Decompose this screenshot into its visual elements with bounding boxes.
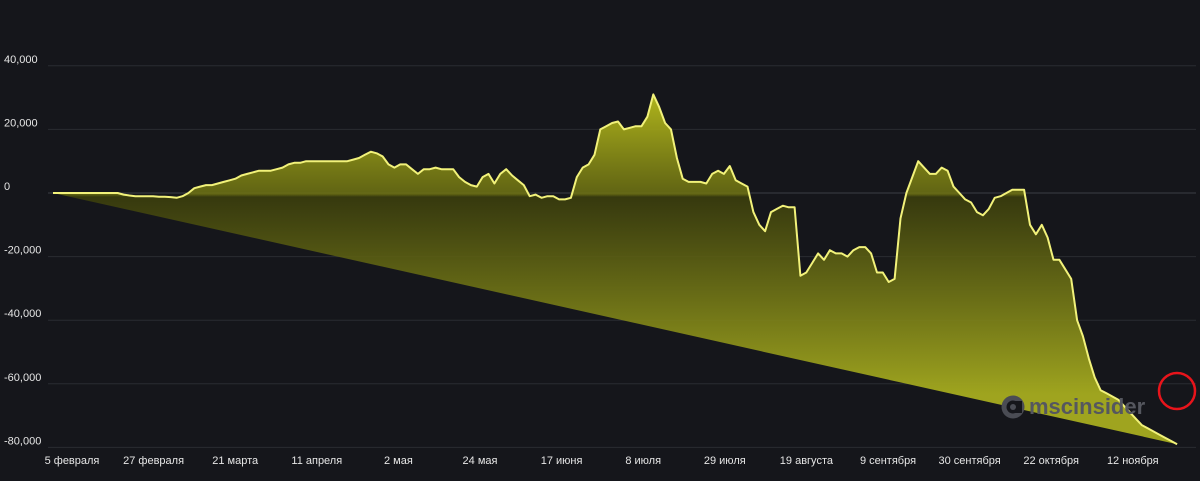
chart-svg: 40,000 20,000 0 -20,000 -40,000 -60,000 -80,00… [0,0,1200,476]
y-tick-label: -80,000 [4,435,41,447]
watermark-text: mscinsider [1029,394,1146,419]
y-tick-label: 0 [4,181,10,193]
x-tick-label: 12 ноября [1107,455,1159,467]
x-tick-label: 2 мая [384,455,413,467]
x-tick-label: 9 сентября [860,455,916,467]
x-tick-label: 24 мая [463,455,498,467]
x-tick-label: 21 марта [212,455,259,467]
x-tick-label: 30 сентября [938,455,1000,467]
y-tick-label: -60,000 [4,372,41,384]
x-tick-label: 19 августа [780,455,834,467]
x-tick-label: 27 февраля [123,455,184,467]
x-tick-label: 8 июля [625,455,661,467]
msc-logo-icon [1001,395,1025,419]
x-tick-label: 5 февраля [45,455,100,467]
y-tick-label: 40,000 [4,54,38,66]
y-tick-label: -40,000 [4,308,41,320]
x-tick-label: 11 апреля [291,455,342,467]
x-tick-label: 29 июля [704,455,746,467]
x-tick-label: 17 июня [541,455,583,467]
chart: 40,000 20,000 0 -20,000 -40,000 -60,000 -80,00… [0,0,1200,476]
x-tick-label: 22 октября [1023,455,1079,467]
y-tick-label: 20,000 [4,117,38,129]
y-tick-label: -20,000 [4,245,41,257]
